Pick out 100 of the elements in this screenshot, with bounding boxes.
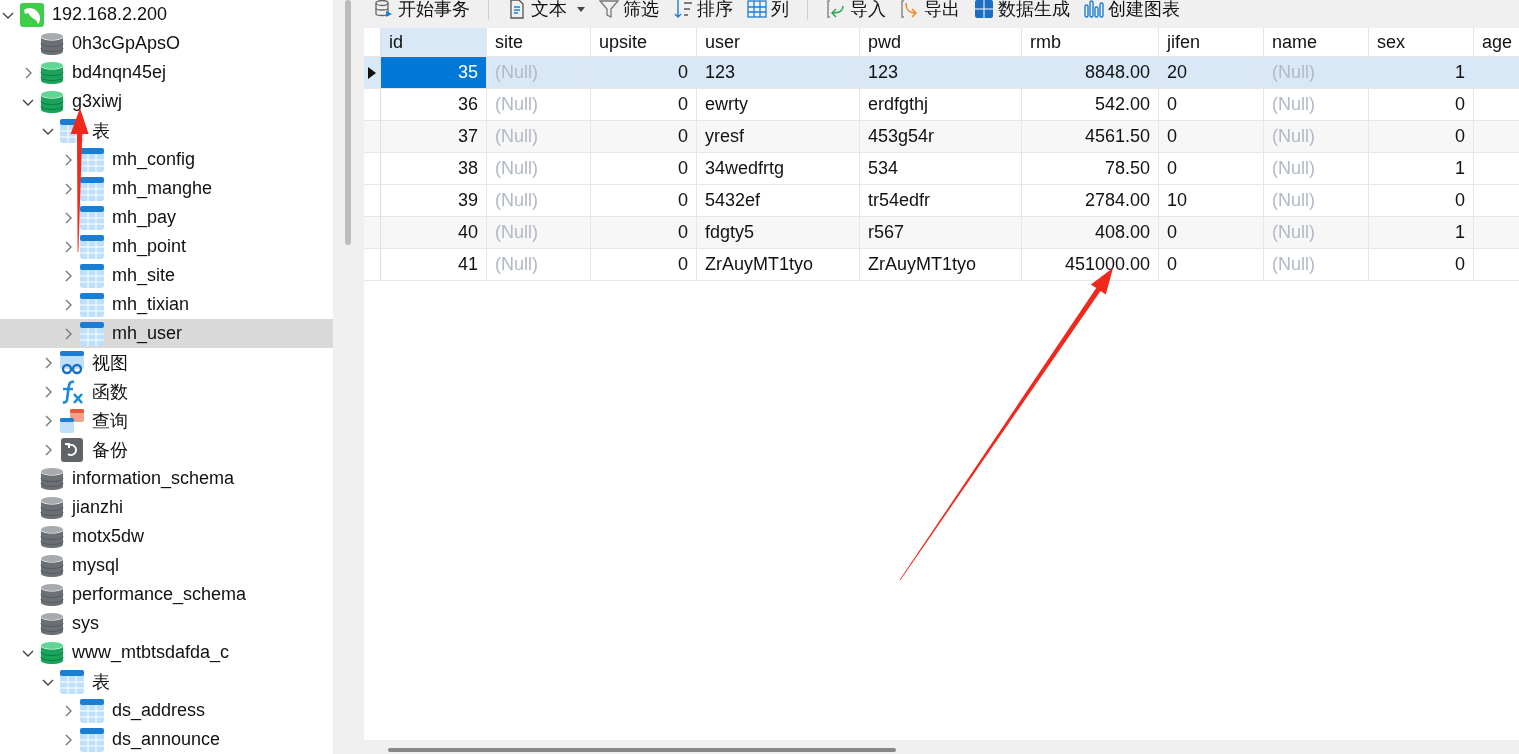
- columns-icon: [747, 0, 767, 19]
- scrollbar-thumb[interactable]: [344, 0, 351, 245]
- table-cell: 123: [868, 62, 899, 83]
- tree-item-label: mh_manghe: [112, 178, 213, 199]
- tree-item-label: mh_tixian: [112, 294, 190, 315]
- tree-item-label: mh_point: [112, 236, 187, 257]
- table-icon: [80, 234, 104, 259]
- tree-item[interactable]: motx5dw: [0, 522, 333, 551]
- column-header[interactable]: rmb: [1022, 28, 1159, 56]
- table-cell: (Null): [1272, 158, 1315, 179]
- column-header[interactable]: upsite: [591, 28, 697, 56]
- toolbar-button[interactable]: 列: [743, 0, 793, 20]
- toolbar-button[interactable]: 导出: [896, 0, 964, 20]
- table-cell: yresf: [705, 126, 744, 147]
- table-cell: (Null): [1272, 254, 1315, 275]
- tree-item[interactable]: mysql: [0, 551, 333, 580]
- tree-item-label: g3xiwj: [72, 91, 123, 112]
- tree-item[interactable]: mh_user: [0, 319, 333, 348]
- table-cell: 0: [1455, 254, 1465, 275]
- tree-item[interactable]: 视图: [0, 348, 333, 377]
- table-cell: (Null): [495, 190, 538, 211]
- table-cell: ewrty: [705, 94, 748, 115]
- table-cell: (Null): [1272, 222, 1315, 243]
- tree-item[interactable]: ds_announce: [0, 725, 333, 754]
- table-cell: tr54edfr: [868, 190, 931, 211]
- table-cell: 451000.00: [1064, 254, 1150, 275]
- toolbar-button[interactable]: 筛选: [595, 0, 663, 20]
- table-cell: fdgty5: [705, 222, 755, 243]
- table-cell: 36: [457, 94, 478, 115]
- table-cell: 1: [1455, 222, 1465, 243]
- tree-item-label: 表: [92, 670, 110, 694]
- tree-item[interactable]: mh_pay: [0, 203, 333, 232]
- table-cell: (Null): [495, 94, 538, 115]
- tree-item[interactable]: 函数: [0, 377, 333, 406]
- tree-item-label: performance_schema: [72, 584, 247, 605]
- tree-item[interactable]: bd4nqn45ej: [0, 58, 333, 87]
- tree-item-label: 函数: [92, 380, 128, 404]
- table-cell: 0: [678, 222, 688, 243]
- column-header[interactable]: jifen: [1159, 28, 1264, 56]
- column-header[interactable]: sex: [1369, 28, 1474, 56]
- tree-item[interactable]: 查询: [0, 406, 333, 435]
- tree-item-label: www_mtbtsdafda_c: [72, 642, 230, 663]
- table-icon: [80, 292, 104, 317]
- tree-item[interactable]: mh_tixian: [0, 290, 333, 319]
- tree-item[interactable]: 备份: [0, 435, 333, 464]
- scrollbar-thumb[interactable]: [388, 748, 896, 752]
- table-cell: 0: [678, 254, 688, 275]
- tree-item-label: mh_site: [112, 265, 176, 286]
- tree-item[interactable]: information_schema: [0, 464, 333, 493]
- toolbar-button[interactable]: 排序: [669, 0, 737, 20]
- toolbar-button[interactable]: 导入: [822, 0, 890, 20]
- table-cell: 5432ef: [705, 190, 761, 211]
- column-header[interactable]: pwd: [860, 28, 1022, 56]
- tree-item[interactable]: mh_site: [0, 261, 333, 290]
- table-cell: 0: [678, 94, 688, 115]
- tree-item[interactable]: sys: [0, 609, 333, 638]
- tree-item[interactable]: g3xiwj: [0, 87, 333, 116]
- tree-item[interactable]: performance_schema: [0, 580, 333, 609]
- table-cell: 0: [1167, 254, 1177, 275]
- table-cell: 4561.50: [1084, 126, 1150, 147]
- tree-item-label: 查询: [92, 409, 128, 433]
- table-cell: 20: [1167, 62, 1188, 83]
- table-icon: [80, 698, 104, 723]
- table-cell: 38: [457, 158, 478, 179]
- tree-item[interactable]: www_mtbtsdafda_c: [0, 638, 333, 667]
- table-cell: 0: [1167, 94, 1177, 115]
- export-icon: [900, 0, 920, 19]
- function-icon: [60, 379, 84, 404]
- table-icon: [80, 321, 104, 346]
- column-header[interactable]: site: [487, 28, 591, 56]
- toolbar-button[interactable]: 数据生成: [970, 0, 1074, 20]
- sort-icon: [673, 0, 693, 19]
- tree-item[interactable]: 192.168.2.200: [0, 0, 333, 29]
- column-header[interactable]: user: [697, 28, 860, 56]
- table-cell: 0: [678, 190, 688, 211]
- tree-item[interactable]: 表: [0, 667, 333, 696]
- toolbar-button[interactable]: 创建图表: [1080, 0, 1184, 20]
- column-header[interactable]: age: [1474, 28, 1519, 56]
- tree-item[interactable]: ds_address: [0, 696, 333, 725]
- tree-item-label: mh_user: [112, 323, 183, 344]
- table-cell: 1: [1455, 62, 1465, 83]
- table-cell: 1: [1455, 158, 1465, 179]
- tree-item[interactable]: 0h3cGpApsO: [0, 29, 333, 58]
- toolbar-button[interactable]: 文本: [503, 0, 589, 20]
- tree-item-label: bd4nqn45ej: [72, 62, 167, 83]
- tree-item-label: information_schema: [72, 468, 235, 489]
- current-row-icon: [368, 66, 376, 79]
- tree-item-label: ds_address: [112, 700, 206, 721]
- filter-icon: [599, 0, 619, 19]
- tree-item-label: 192.168.2.200: [52, 4, 168, 25]
- column-header[interactable]: name: [1264, 28, 1369, 56]
- column-header[interactable]: id: [381, 28, 487, 56]
- tree-item[interactable]: jianzhi: [0, 493, 333, 522]
- tree-item[interactable]: mh_point: [0, 232, 333, 261]
- table-cell: (Null): [1272, 94, 1315, 115]
- table-cell: (Null): [1272, 126, 1315, 147]
- query-icon: [60, 408, 84, 433]
- tree-item-label: 备份: [92, 438, 128, 462]
- toolbar-button[interactable]: 开始事务: [370, 0, 474, 20]
- table-cell: 0: [678, 126, 688, 147]
